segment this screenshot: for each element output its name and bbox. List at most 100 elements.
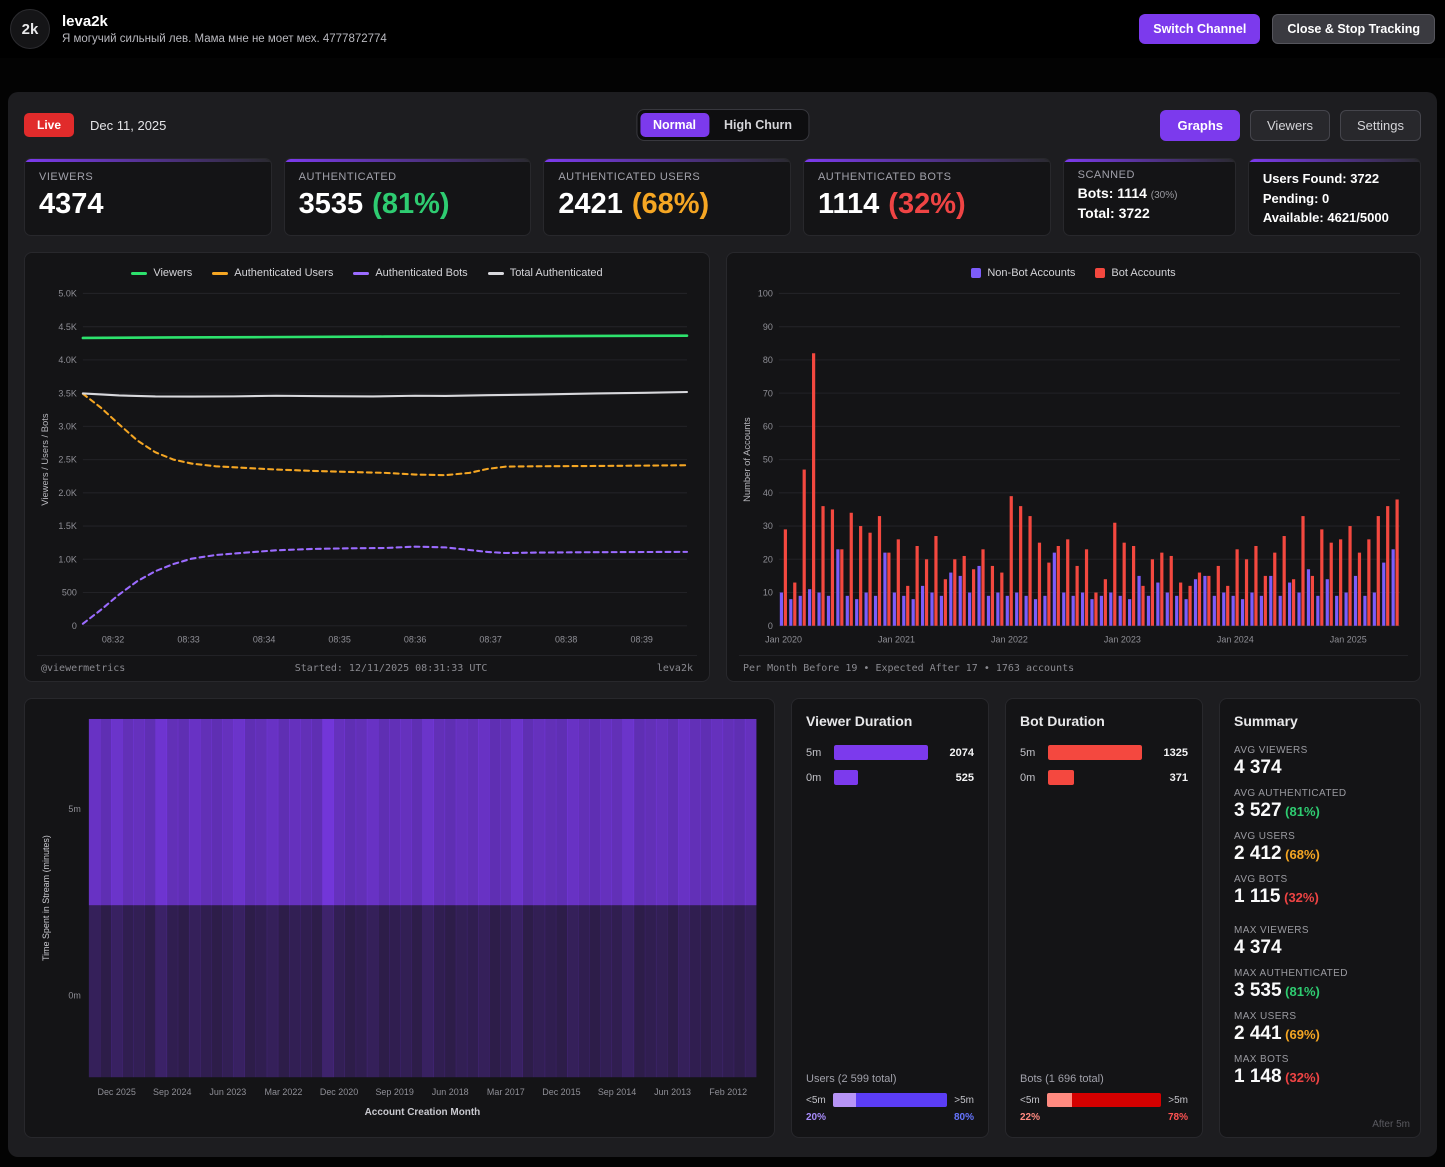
svg-text:08:36: 08:36: [404, 634, 426, 644]
svg-text:4.5K: 4.5K: [58, 322, 77, 332]
split-right-label: >5m: [1168, 1094, 1188, 1106]
svg-text:Sep 2014: Sep 2014: [598, 1087, 636, 1097]
split-right-label: >5m: [954, 1094, 974, 1106]
stat-percent: (81%): [372, 188, 450, 220]
line-chart-legend: Viewers Authenticated Users Authenticated …: [37, 261, 697, 283]
legend-swatch: [212, 271, 229, 275]
svg-text:Jan 2023: Jan 2023: [1104, 634, 1141, 644]
summary-panel: Summary AVG VIEWERS 4 374 AVG AUTHENTICATE…: [1219, 698, 1421, 1138]
duration-bar: [1048, 745, 1142, 760]
svg-text:Jun 2018: Jun 2018: [432, 1087, 469, 1097]
bot-duration-row-0m: 0m 371: [1020, 770, 1188, 785]
channel-avatar: 2k: [10, 9, 50, 49]
stat-label: AUTHENTICATED USERS: [558, 171, 701, 183]
svg-text:Jan 2022: Jan 2022: [991, 634, 1028, 644]
legend-item-non-bot-accounts[interactable]: Non-Bot Accounts: [971, 267, 1075, 279]
summary-items: AVG VIEWERS 4 374 AVG AUTHENTICATED 3 527 (…: [1234, 745, 1406, 1097]
svg-text:08:39: 08:39: [630, 634, 652, 644]
charts-row: Viewers Authenticated Users Authenticated …: [24, 252, 1421, 682]
svg-text:Sep 2019: Sep 2019: [375, 1087, 413, 1097]
summary-item-avg-bots: AVG BOTS 1 115 (32%): [1234, 874, 1319, 907]
bar-footer-text: Per Month Before 19 • Expected After 17 …: [743, 663, 1075, 674]
legend-item-authenticated-bots[interactable]: Authenticated Bots: [353, 267, 468, 279]
stat-label: AUTHENTICATED: [298, 171, 397, 183]
legend-swatch: [131, 271, 148, 275]
bar-chart-footer: Per Month Before 19 • Expected After 17 …: [739, 655, 1408, 681]
mode-high-churn-button[interactable]: High Churn: [711, 113, 805, 137]
svg-text:Dec 2020: Dec 2020: [320, 1087, 358, 1097]
viewers-button[interactable]: Viewers: [1250, 109, 1331, 141]
bot-duration-title: Bot Duration: [1020, 713, 1105, 729]
footer-channel: leva2k: [656, 663, 693, 674]
svg-text:90: 90: [763, 322, 773, 332]
svg-text:Viewers / Users / Bots: Viewers / Users / Bots: [40, 413, 50, 506]
toolbar: Live Dec 11, 2025 Normal High Churn Grap…: [24, 108, 1421, 142]
split-left-label: <5m: [1020, 1094, 1040, 1106]
legend-item-bot-accounts[interactable]: Bot Accounts: [1095, 267, 1176, 279]
svg-text:60: 60: [763, 421, 773, 431]
bot-duration-panel: Bot Duration 5m 1325 0m 371 Bots (1 696 …: [1005, 698, 1203, 1138]
summary-item-avg-authenticated: AVG AUTHENTICATED 3 527 (81%): [1234, 788, 1347, 821]
svg-text:Mar 2022: Mar 2022: [265, 1087, 303, 1097]
legend-item-total-authenticated[interactable]: Total Authenticated: [487, 267, 603, 279]
footer-watermark: @viewermetrics: [41, 663, 126, 674]
svg-text:0m: 0m: [68, 990, 80, 1000]
svg-text:50: 50: [763, 455, 773, 465]
summary-title: Summary: [1234, 713, 1298, 729]
svg-text:08:32: 08:32: [102, 634, 124, 644]
channel-avatar-label: 2k: [21, 20, 39, 38]
date-label: Dec 11, 2025: [90, 117, 167, 133]
svg-text:3.0K: 3.0K: [58, 421, 77, 431]
legend-item-viewers[interactable]: Viewers: [131, 267, 192, 279]
svg-text:1.5K: 1.5K: [58, 521, 77, 531]
stat-percent: (32%): [888, 188, 966, 220]
bot-duration-split: <5m >5m: [1020, 1093, 1188, 1107]
mode-toggle: Normal High Churn: [635, 109, 810, 141]
svg-text:Jan 2020: Jan 2020: [765, 634, 802, 644]
svg-text:08:37: 08:37: [479, 634, 501, 644]
viewer-duration-row-5m: 5m 2074: [806, 745, 974, 760]
line-chart: 0 500 1.0K 1.5K 2.0K 2.5K 3.0K 3.5K 4.0K 4.5K 5.0K…: [40, 288, 689, 645]
dashboard-panel: Live Dec 11, 2025 Normal High Churn Grap…: [8, 92, 1437, 1157]
split-left-percent: 22%: [1020, 1112, 1041, 1123]
svg-text:Mar 2017: Mar 2017: [487, 1087, 525, 1097]
duration-value: 2074: [949, 746, 974, 759]
stat-value: 1114: [817, 188, 880, 220]
svg-text:80: 80: [763, 355, 773, 365]
viewer-duration-split: <5m >5m: [806, 1093, 974, 1107]
svg-text:1.0K: 1.0K: [58, 554, 77, 564]
viewer-duration-total: Users (2 599 total): [806, 1073, 897, 1085]
svg-text:100: 100: [758, 288, 773, 298]
svg-text:Jun 2013: Jun 2013: [654, 1087, 691, 1097]
stat-value: 3535: [298, 188, 364, 220]
summary-item-max-users: MAX USERS 2 441 (69%): [1234, 1011, 1320, 1044]
close-stop-tracking-button[interactable]: Close & Stop Tracking: [1272, 14, 1435, 44]
channel-name: leva2k: [62, 12, 108, 30]
bot-duration-percents: 22% 78%: [1020, 1112, 1188, 1123]
duration-label: 0m: [1020, 771, 1036, 784]
svg-text:70: 70: [763, 388, 773, 398]
viewer-duration-title: Viewer Duration: [806, 713, 913, 729]
after-5m-note: After 5m: [1372, 1119, 1410, 1130]
bot-duration-row-5m: 5m 1325: [1020, 745, 1188, 760]
bar-chart-legend: Non-Bot Accounts Bot Accounts: [739, 261, 1408, 283]
legend-swatch: [353, 271, 370, 275]
mode-normal-button[interactable]: Normal: [639, 113, 710, 137]
legend-swatch: [1095, 268, 1106, 278]
channel-subtitle: Я могучий сильный лев. Мама мне не моет …: [62, 33, 387, 46]
graphs-button[interactable]: Graphs: [1160, 109, 1240, 141]
svg-text:5.0K: 5.0K: [58, 288, 77, 298]
summary-item-max-viewers: MAX VIEWERS 4 374: [1234, 925, 1309, 958]
settings-button[interactable]: Settings: [1340, 109, 1421, 141]
stat-label: AUTHENTICATED BOTS: [817, 171, 952, 183]
split-left-label: <5m: [806, 1094, 826, 1106]
duration-value: 525: [955, 771, 974, 784]
legend-item-authenticated-users[interactable]: Authenticated Users: [212, 267, 333, 279]
svg-text:08:33: 08:33: [177, 634, 199, 644]
duration-bar: [834, 770, 928, 785]
found-card: Users Found: 3722 Pending: 0 Available: …: [1247, 158, 1421, 236]
switch-channel-button[interactable]: Switch Channel: [1139, 14, 1261, 44]
svg-text:5m: 5m: [68, 804, 80, 814]
svg-text:Feb 2012: Feb 2012: [709, 1087, 747, 1097]
stats-row: VIEWERS 4374 AUTHENTICATED 3535 (81%) AU…: [24, 158, 1421, 236]
